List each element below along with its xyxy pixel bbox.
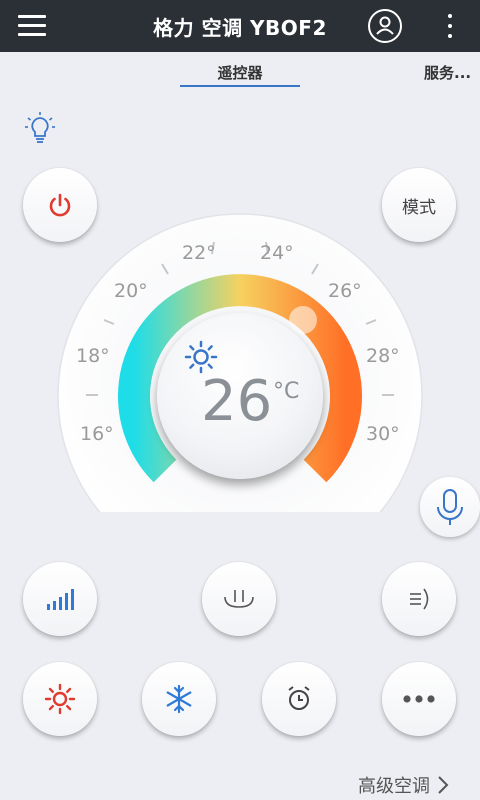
ellipsis-icon [403, 695, 435, 703]
scale-label-20: 20° [114, 280, 148, 302]
scale-label-18: 18° [76, 345, 110, 367]
more-functions-button[interactable] [382, 662, 456, 736]
temperature-knob[interactable]: 26 °C [157, 313, 323, 479]
swing-button[interactable] [382, 562, 456, 636]
temperature-unit: °C [273, 379, 300, 404]
app-header: 格力 空调 YBOF2 [0, 0, 480, 52]
chevron-right-icon [438, 776, 449, 794]
swing-icon [410, 588, 429, 610]
signal-bars-icon [47, 589, 74, 610]
sleep-button[interactable] [202, 562, 276, 636]
account-icon[interactable] [368, 9, 402, 43]
temperature-dial[interactable]: 16° 18° 20° 22° 24° 26° 28° 30° 26 °C [56, 212, 424, 512]
timer-button[interactable] [262, 662, 336, 736]
advanced-ac-label: 高级空调 [358, 776, 430, 797]
cool-button[interactable] [142, 662, 216, 736]
advanced-ac-link[interactable]: 高级空调 [358, 772, 450, 798]
scale-label-22: 22° [182, 242, 216, 264]
sleep-icon [224, 590, 254, 608]
more-vertical-icon[interactable] [440, 8, 460, 44]
snowflake-icon [166, 684, 192, 714]
page-title: 格力 空调 YBOF2 [153, 16, 327, 40]
fan-speed-button[interactable] [23, 562, 97, 636]
light-bulb-icon[interactable] [24, 111, 56, 145]
scale-label-16: 16° [80, 423, 114, 445]
voice-button[interactable] [420, 477, 480, 537]
tab-remote[interactable]: 遥控器 [180, 62, 300, 83]
scale-label-30: 30° [366, 423, 400, 445]
scale-label-24: 24° [260, 242, 294, 264]
microphone-icon [437, 489, 463, 525]
alarm-clock-icon [288, 686, 310, 710]
heat-button[interactable] [23, 662, 97, 736]
tab-bar: 遥控器 服务... [0, 52, 480, 90]
sun-icon [44, 683, 76, 715]
scale-label-26: 26° [328, 280, 362, 302]
tab-service[interactable]: 服务... [424, 62, 471, 83]
scale-label-28: 28° [366, 345, 400, 367]
current-temperature: 26 [201, 369, 273, 434]
tab-active-indicator [180, 85, 300, 87]
